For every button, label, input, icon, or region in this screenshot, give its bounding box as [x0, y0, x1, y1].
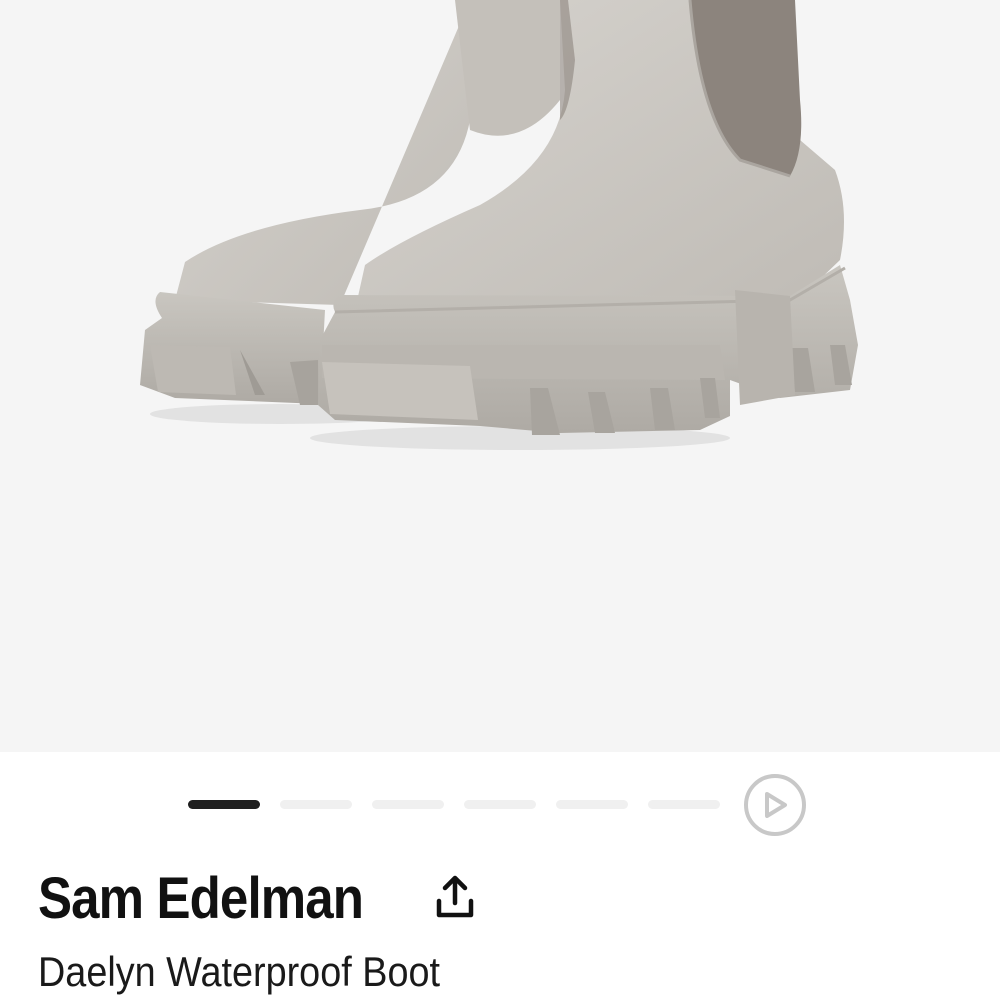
brand-name[interactable]: Sam Edelman [38, 865, 364, 932]
product-name: Daelyn Waterproof Boot [38, 948, 441, 995]
image-carousel-indicator [0, 752, 1000, 860]
brand-row: Sam Edelman [38, 858, 477, 938]
carousel-dot-3[interactable] [372, 800, 444, 809]
play-video-button[interactable] [744, 774, 806, 836]
play-icon [765, 792, 787, 818]
carousel-dot-5[interactable] [556, 800, 628, 809]
boot-product-image [140, 0, 858, 450]
carousel-dot-2[interactable] [280, 800, 352, 809]
carousel-dot-1[interactable] [188, 800, 260, 809]
share-icon[interactable] [433, 873, 477, 923]
carousel-dot-6[interactable] [648, 800, 720, 809]
carousel-dot-4[interactable] [464, 800, 536, 809]
product-image[interactable] [0, 0, 1000, 752]
